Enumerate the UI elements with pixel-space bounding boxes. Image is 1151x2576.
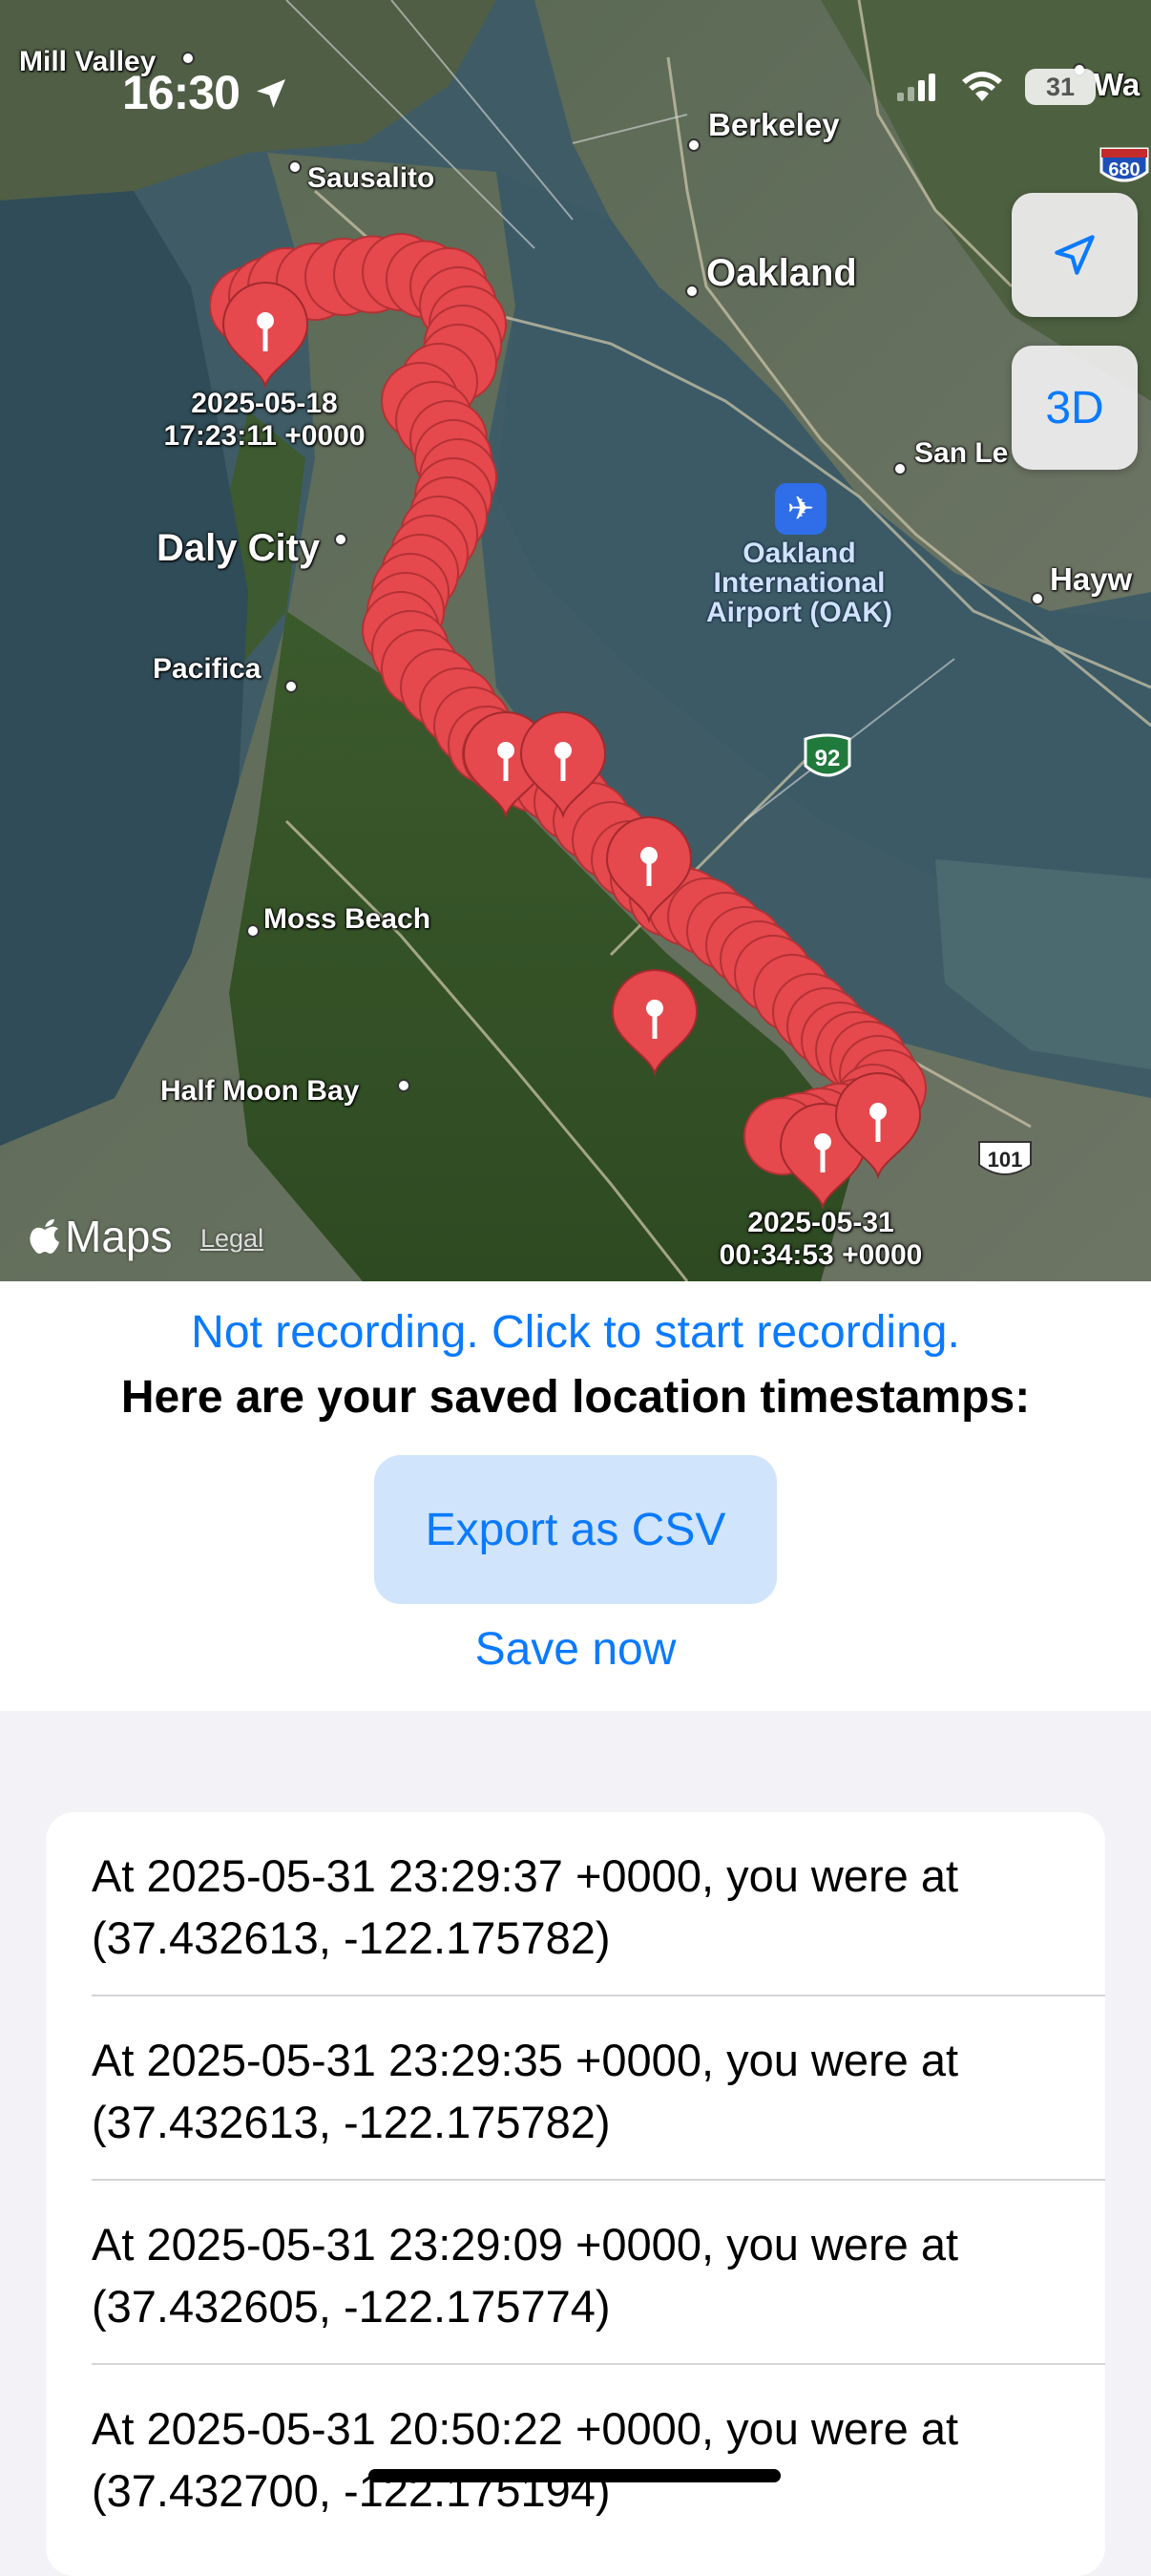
city-dot <box>1031 592 1044 605</box>
place-label: Hayw <box>1050 561 1133 597</box>
location-arrow-icon <box>256 79 285 108</box>
city-dot <box>181 52 195 65</box>
highway-shield-680: 680 <box>1099 147 1149 182</box>
place-label: Half Moon Bay <box>160 1075 360 1107</box>
svg-text:92: 92 <box>815 746 841 771</box>
apple-logo-icon <box>30 1219 59 1254</box>
highway-shield-101: 101 <box>978 1141 1032 1175</box>
list-item-text: At 2025-05-31 23:29:09 +0000, you were a… <box>92 2219 959 2332</box>
drop-pin[interactable] <box>611 969 699 1077</box>
airport-icon: ✈ <box>775 483 827 535</box>
apple-maps-logo: Maps <box>29 1211 172 1262</box>
list-item[interactable]: At 2025-05-31 20:50:22 +0000, you were a… <box>46 2365 1105 2549</box>
drop-pin[interactable] <box>221 282 309 390</box>
city-dot <box>397 1079 410 1092</box>
home-indicator <box>368 2469 781 2482</box>
location-arrow-icon <box>1055 235 1095 275</box>
city-dot <box>284 680 298 693</box>
list-item[interactable]: At 2025-05-31 23:29:09 +0000, you were a… <box>46 2181 1105 2365</box>
svg-text:101: 101 <box>988 1148 1023 1172</box>
list-item-text: At 2025-05-31 23:29:35 +0000, you were a… <box>92 2035 959 2147</box>
airport-label: Oakland International Airport (OAK) <box>706 538 892 628</box>
place-label: Moss Beach <box>263 903 431 935</box>
map-view[interactable]: Mill Valley Sausalito Berkeley Oakland S… <box>0 0 1151 1281</box>
list-item[interactable]: At 2025-05-31 23:29:37 +0000, you were a… <box>46 1812 1105 1996</box>
start-recording-link[interactable]: Not recording. Click to start recording. <box>0 1306 1151 1359</box>
highway-shield-92: 92 <box>804 733 851 777</box>
status-time: 16:30 <box>122 65 290 120</box>
timestamp-list[interactable]: At 2025-05-31 23:29:37 +0000, you were a… <box>46 1812 1105 2576</box>
3d-label: 3D <box>1045 382 1104 433</box>
place-label: Oakland <box>706 252 857 294</box>
export-csv-label: Export as CSV <box>425 1504 726 1555</box>
place-label: Daly City <box>157 527 321 569</box>
cellular-signal-icon <box>897 74 935 101</box>
saved-timestamps-heading: Here are your saved location timestamps: <box>120 1372 1031 1423</box>
save-now-button[interactable]: Save now <box>0 1623 1151 1676</box>
list-item-text: At 2025-05-31 23:29:37 +0000, you were a… <box>92 1850 959 1963</box>
city-dot <box>334 533 347 546</box>
battery-icon: 31 <box>1025 69 1096 105</box>
city-dot <box>246 924 260 938</box>
export-csv-button[interactable]: Export as CSV <box>374 1455 777 1604</box>
end-pin-caption: 2025-05-31 00:34:53 +0000 <box>719 1207 923 1271</box>
place-label: Wa <box>1094 67 1141 102</box>
svg-text:680: 680 <box>1108 159 1140 180</box>
city-dot <box>288 160 302 174</box>
place-label: Berkeley <box>708 107 840 142</box>
recording-controls: Not recording. Click to start recording.… <box>0 1281 1151 1711</box>
start-pin-caption: 2025-05-18 17:23:11 +0000 <box>163 388 366 452</box>
legal-link[interactable]: Legal <box>200 1224 263 1254</box>
3d-toggle-button[interactable]: 3D <box>1012 346 1138 470</box>
place-label: Pacifica <box>153 653 262 685</box>
place-label: San Le <box>914 437 1009 469</box>
current-location-button[interactable] <box>1012 193 1138 317</box>
city-dot <box>687 138 701 152</box>
wifi-icon <box>962 72 1002 101</box>
list-item[interactable]: At 2025-05-31 23:29:35 +0000, you were a… <box>46 1996 1105 2181</box>
place-label: Sausalito <box>307 162 435 194</box>
status-indicators: 31 <box>895 69 1096 105</box>
city-dot <box>685 285 699 298</box>
city-dot <box>893 462 907 475</box>
